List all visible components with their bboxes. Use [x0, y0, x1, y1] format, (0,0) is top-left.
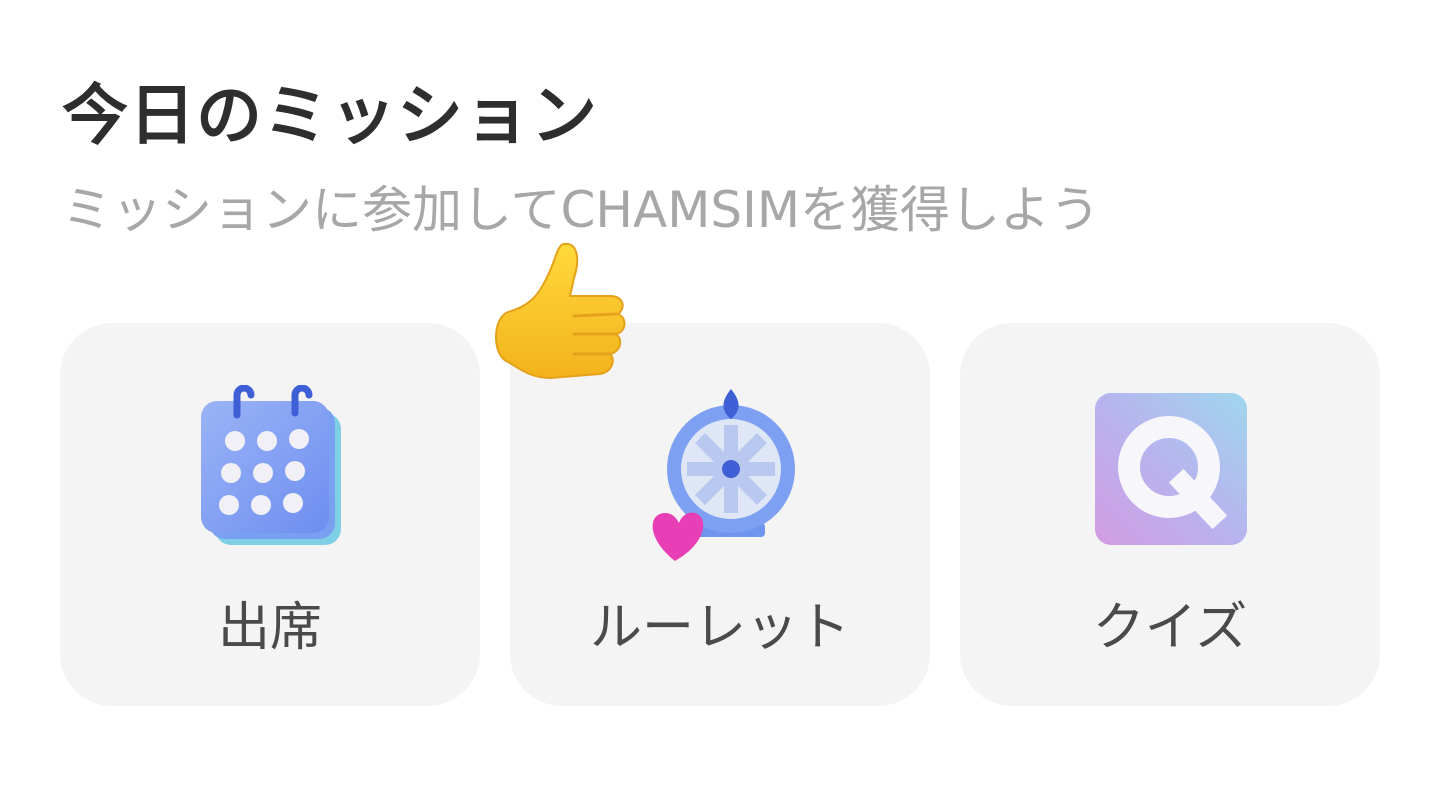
- calendar-icon: [185, 385, 355, 565]
- page-title: 今日のミッション: [62, 77, 598, 154]
- roulette-wheel-icon: [635, 385, 805, 565]
- mission-card-attendance[interactable]: 出席: [60, 323, 480, 706]
- quiz-q-icon: [1085, 385, 1255, 565]
- mission-card-quiz[interactable]: クイズ: [960, 323, 1380, 706]
- mission-label-roulette: ルーレット: [589, 598, 850, 658]
- mission-label-quiz: クイズ: [1092, 598, 1248, 658]
- page-subtitle: ミッションに参加してCHAMSIMを獲得しよう: [62, 181, 1100, 239]
- thumbs-up-icon: [478, 238, 638, 398]
- mission-label-attendance: 出席: [217, 598, 322, 658]
